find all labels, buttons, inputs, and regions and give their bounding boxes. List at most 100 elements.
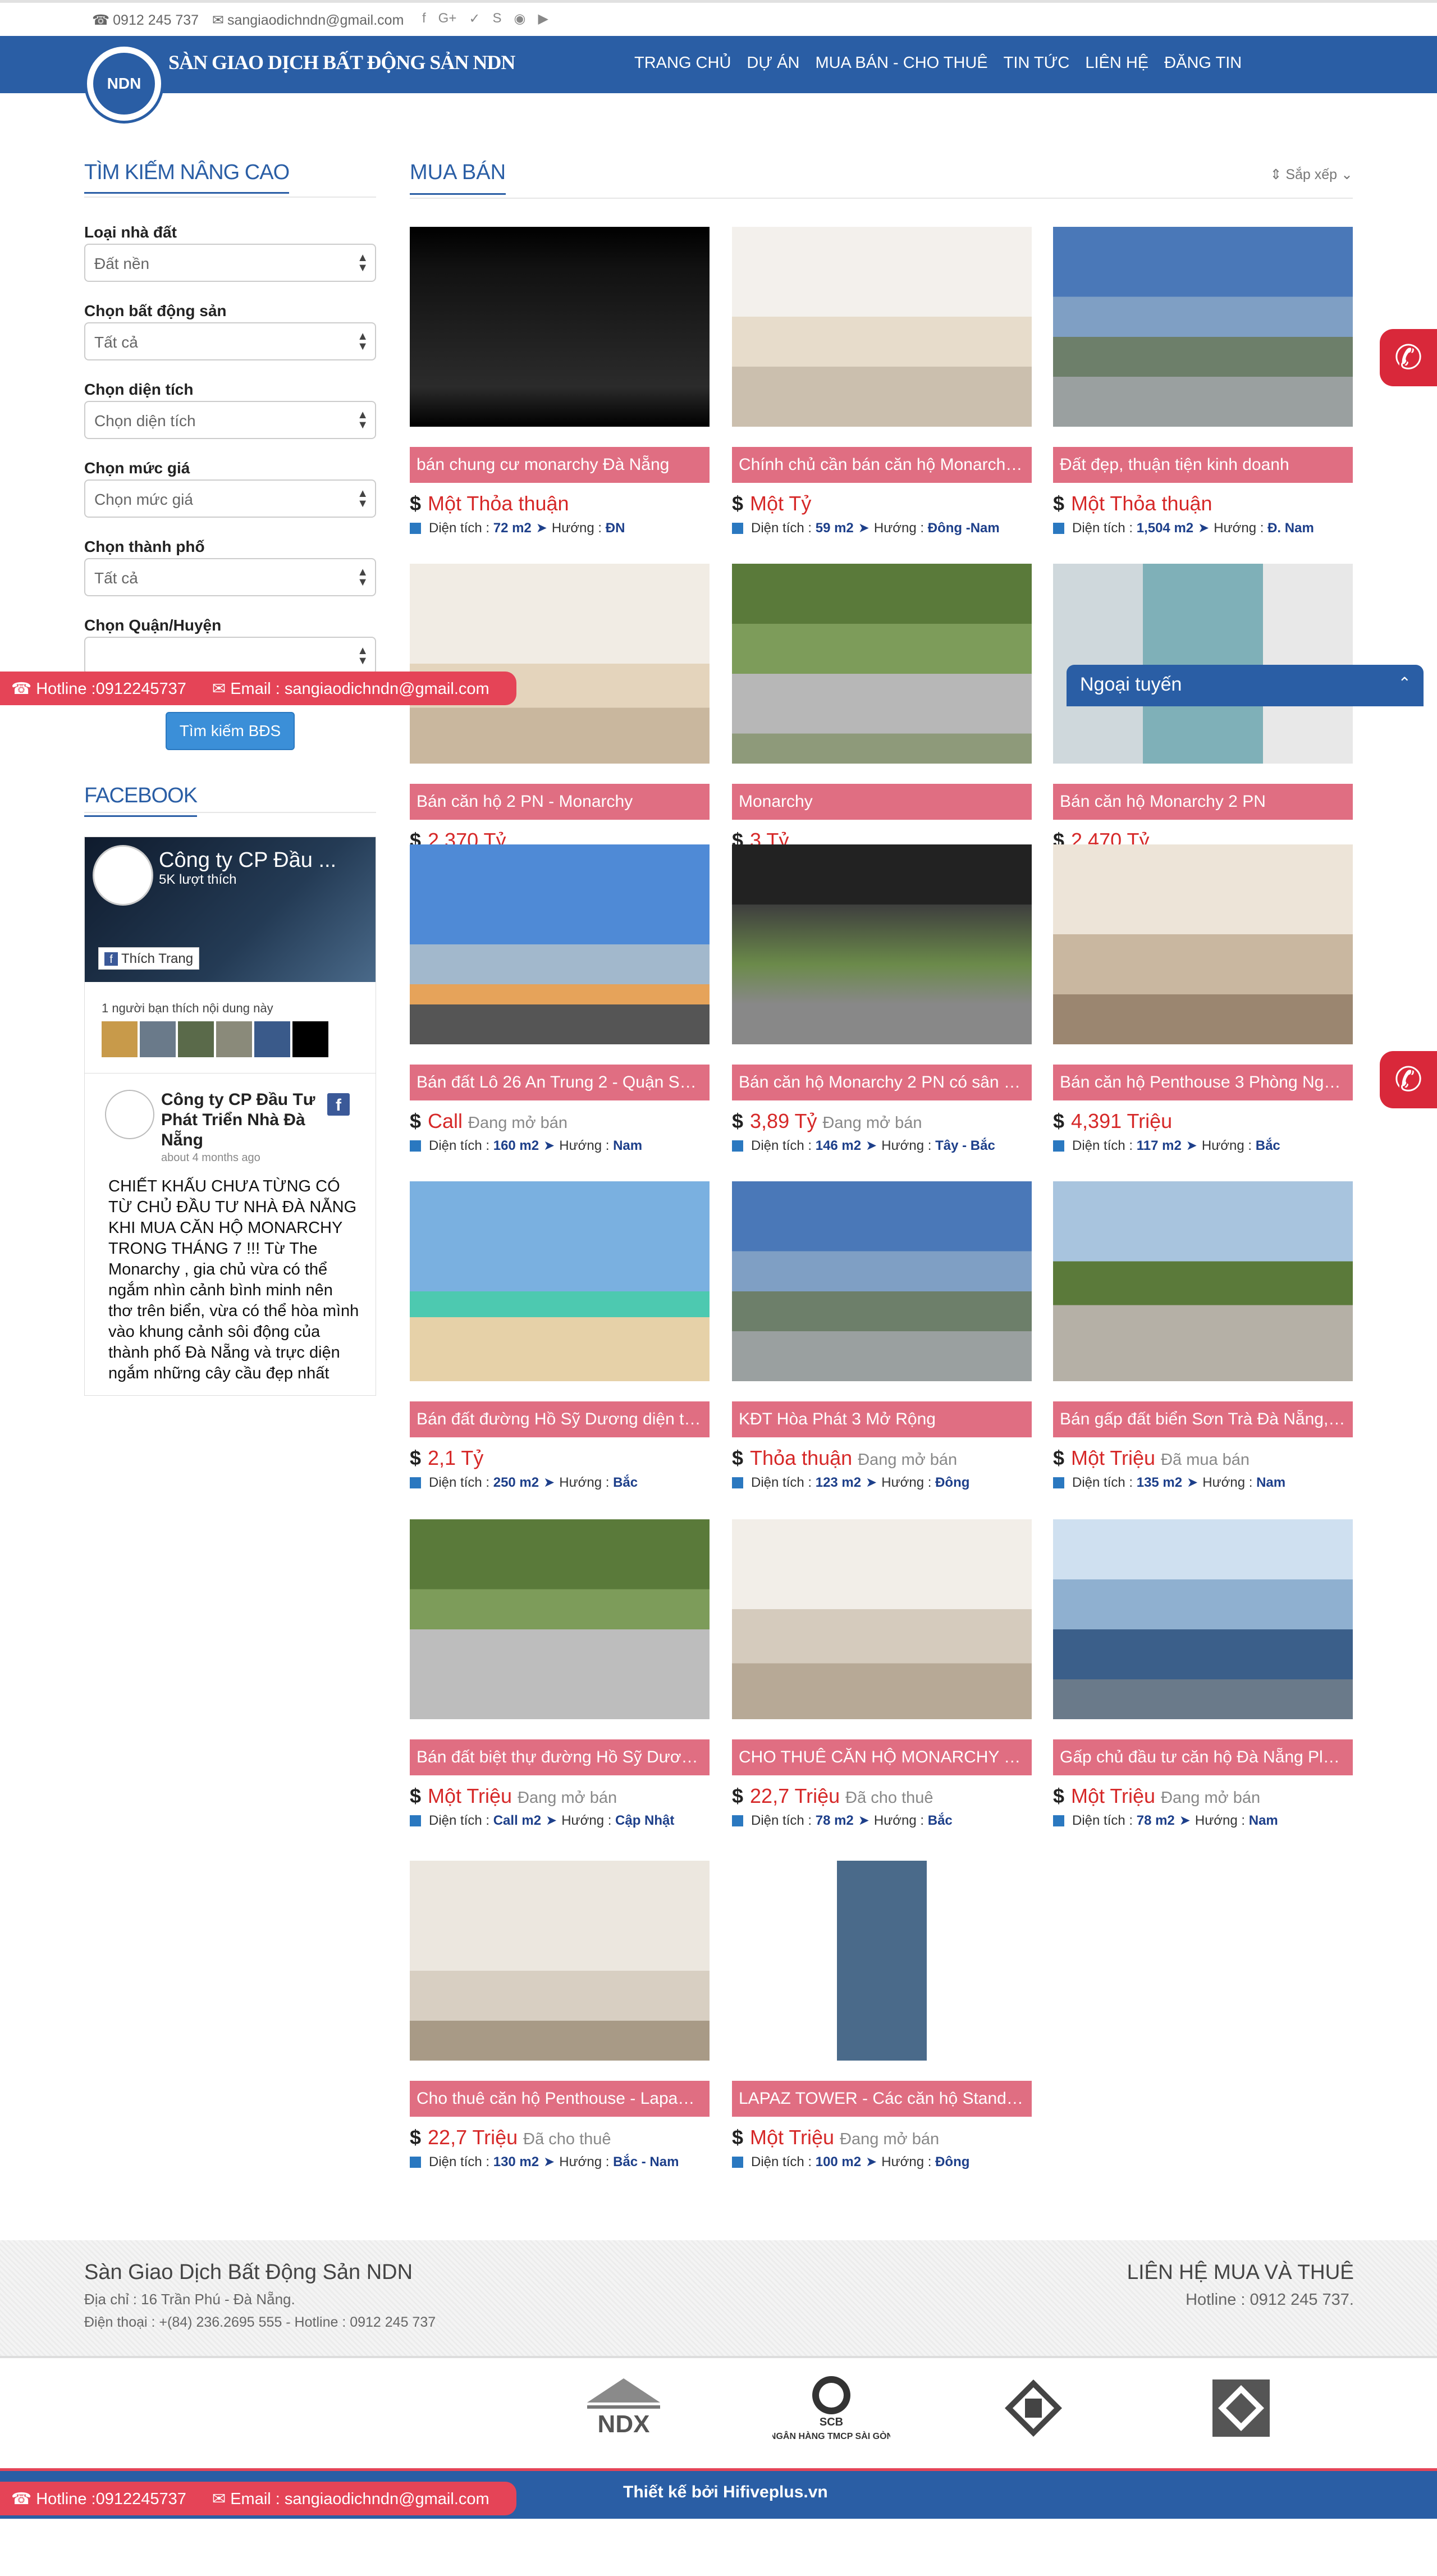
listing-title[interactable]: Bán đất biệt thự đường Hồ Sỹ Dương t...: [410, 1739, 710, 1775]
fb-friend-avatars: [102, 1021, 328, 1057]
search-button[interactable]: Tìm kiếm BĐS: [166, 712, 295, 750]
skype-icon[interactable]: S: [492, 11, 501, 27]
avatar[interactable]: [292, 1021, 328, 1057]
listing-image[interactable]: [410, 227, 710, 427]
listing-image[interactable]: [410, 564, 710, 764]
avatar[interactable]: [140, 1021, 176, 1057]
site-logo[interactable]: NDN: [84, 44, 164, 124]
partner-ndx-logo[interactable]: NDX: [582, 2372, 666, 2445]
menu-item-home[interactable]: TRANG CHỦ: [634, 54, 731, 72]
area-value: Call m2: [493, 1813, 542, 1828]
facebook-icon: f: [104, 952, 118, 966]
listing-title[interactable]: Bán đất Lô 26 An Trung 2 - Quận Sơ...: [410, 1065, 710, 1100]
property-type-select[interactable]: Đất nền ▲ ▼: [84, 244, 376, 282]
listing-title[interactable]: Chính chủ cần bán căn hộ Monarchy ...: [732, 447, 1032, 483]
listing-title[interactable]: Monarchy: [732, 784, 1032, 820]
email-link[interactable]: ✉ Email : sangiaodichndn@gmail.com: [212, 2489, 489, 2509]
menu-item-contact[interactable]: LIÊN HỆ: [1085, 54, 1148, 72]
square-icon: [1053, 1477, 1064, 1488]
listing-image[interactable]: [1053, 564, 1353, 764]
square-icon: [732, 1815, 743, 1826]
fb-like-button[interactable]: f Thích Trang: [98, 947, 200, 970]
twitter-icon[interactable]: ✓: [469, 11, 480, 27]
listing-title[interactable]: Cho thuê căn hộ Penthouse - Lapaz T...: [410, 2081, 710, 2117]
dollar-icon: $: [732, 2126, 744, 2149]
menu-item-projects[interactable]: DỰ ÁN: [747, 54, 799, 72]
menu-item-post[interactable]: ĐĂNG TIN: [1164, 54, 1242, 72]
call-button[interactable]: ✆: [1380, 1051, 1437, 1108]
listing-image[interactable]: [732, 1181, 1032, 1381]
listing-title[interactable]: Gấp chủ đầu tư căn hộ Đà Nẵng Plaz...: [1053, 1739, 1353, 1775]
direction-label: Hướng :: [1195, 1813, 1246, 1828]
listing-image[interactable]: [1053, 227, 1353, 427]
listing-title[interactable]: Bán căn hộ Penthouse 3 Phòng Ngủ - ...: [1053, 1065, 1353, 1100]
partner-star-logo[interactable]: [1210, 2372, 1272, 2445]
fb-post-author[interactable]: Công ty CP Đầu Tư Phát Triển Nhà Đà Nẵng: [161, 1090, 329, 1150]
sort-label: Sắp xếp: [1285, 167, 1338, 182]
listing-title[interactable]: CHO THUÊ CĂN HỘ MONARCHY 2 ...: [732, 1739, 1032, 1775]
listing-title[interactable]: Bán căn hộ Monarchy 2 PN có sân vư...: [732, 1065, 1032, 1100]
listing-price: $ Một Triệu Đã mua bán: [1053, 1446, 1250, 1470]
area-label: Diện tích :: [751, 1475, 812, 1490]
listing-image[interactable]: [732, 564, 1032, 764]
listing-title[interactable]: LAPAZ TOWER - Các căn hộ Standart...: [732, 2081, 1032, 2117]
listing-image[interactable]: [410, 1181, 710, 1381]
fb-page-avatar[interactable]: [93, 845, 153, 906]
menu-item-buy-rent[interactable]: MUA BÁN - CHO THUÊ: [815, 54, 987, 72]
city-select[interactable]: Tất cả ▲ ▼: [84, 558, 376, 596]
listing-title[interactable]: bán chung cư monarchy Đà Nẵng: [410, 447, 710, 483]
listing-image[interactable]: [410, 1861, 710, 2061]
email-link[interactable]: ✉ Email : sangiaodichndn@gmail.com: [212, 679, 489, 698]
fb-post-avatar[interactable]: [105, 1090, 154, 1139]
facebook-icon[interactable]: f: [327, 1093, 350, 1116]
direction-label: Hướng :: [881, 2154, 932, 2169]
online-chat-widget[interactable]: Ngoại tuyến ⌃: [1067, 665, 1424, 706]
listing-title[interactable]: Bán đất đường Hồ Sỹ Dương diện tích...: [410, 1401, 710, 1437]
hotline-link[interactable]: ☎ Hotline :0912245737: [11, 679, 186, 698]
design-credit[interactable]: Thiết kế bởi Hifiveplus.vn: [623, 2483, 828, 2502]
hotline-link[interactable]: ☎ Hotline :0912245737: [11, 2489, 186, 2509]
footer-contact-title: LIÊN HỆ MUA VÀ THUÊ: [1127, 2260, 1354, 2283]
area-select[interactable]: Chọn diện tích ▲ ▼: [84, 401, 376, 439]
topbar-phone[interactable]: ☎ 0912 245 737: [92, 12, 199, 29]
avatar[interactable]: [102, 1021, 138, 1057]
avatar[interactable]: [254, 1021, 290, 1057]
listing-image[interactable]: [410, 844, 710, 1044]
partner-diamond-logo[interactable]: [1003, 2372, 1064, 2445]
listing-price: $ Một Thỏa thuận: [1053, 492, 1218, 515]
listing-image[interactable]: [1053, 1519, 1353, 1719]
google-plus-icon[interactable]: G+: [438, 11, 457, 27]
listing-image[interactable]: [732, 1519, 1032, 1719]
realestate-select[interactable]: Tất cả ▲ ▼: [84, 322, 376, 360]
avatar[interactable]: [216, 1021, 252, 1057]
listing-image[interactable]: [732, 1861, 1032, 2061]
avatar[interactable]: [178, 1021, 214, 1057]
listing-title[interactable]: Bán gấp đất biển Sơn Trà Đà Nẵng, ...: [1053, 1401, 1353, 1437]
listing-title[interactable]: Đất đẹp, thuận tiện kinh doanh: [1053, 447, 1353, 483]
youtube-icon[interactable]: ▶: [538, 11, 548, 27]
footer-phone: Điện thoại : +(84) 236.2695 555 - Hotlin…: [84, 2314, 436, 2330]
district-select[interactable]: ▲ ▼: [84, 637, 376, 675]
listing-image[interactable]: [1053, 1181, 1353, 1381]
price-select[interactable]: Chọn mức giá ▲ ▼: [84, 479, 376, 518]
hotline-phone: Hotline :0912245737: [36, 2490, 186, 2508]
listing-title[interactable]: Bán căn hộ 2 PN - Monarchy: [410, 784, 710, 820]
partner-scb-logo[interactable]: SCB NGÂN HÀNG TMCP SÀI GÒN: [772, 2372, 890, 2445]
listing-image[interactable]: [410, 1519, 710, 1719]
listing-image[interactable]: [732, 844, 1032, 1044]
menu-item-news[interactable]: TIN TỨC: [1004, 54, 1070, 72]
select-value: Tất cả: [94, 569, 138, 587]
listing-title[interactable]: Bán căn hộ Monarchy 2 PN: [1053, 784, 1353, 820]
instagram-icon[interactable]: ◉: [514, 11, 525, 27]
sort-dropdown[interactable]: ⇕ Sắp xếp ⌄: [1270, 166, 1353, 183]
listing-title[interactable]: KĐT Hòa Phát 3 Mở Rộng: [732, 1401, 1032, 1437]
call-button[interactable]: ✆: [1380, 329, 1437, 386]
fb-page-name[interactable]: Công ty CP Đầu ...: [159, 848, 372, 873]
hotline-email: Email : sangiaodichndn@gmail.com: [230, 679, 489, 698]
brand-name[interactable]: SÀN GIAO DỊCH BẤT ĐỘNG SẢN NDN: [168, 51, 515, 74]
listing-image[interactable]: [1053, 844, 1353, 1044]
facebook-icon[interactable]: f: [422, 11, 426, 27]
listing-image[interactable]: [732, 227, 1032, 427]
area-value: 146 m2: [815, 1138, 862, 1153]
topbar-email[interactable]: ✉ sangiaodichndn@gmail.com: [212, 12, 404, 29]
